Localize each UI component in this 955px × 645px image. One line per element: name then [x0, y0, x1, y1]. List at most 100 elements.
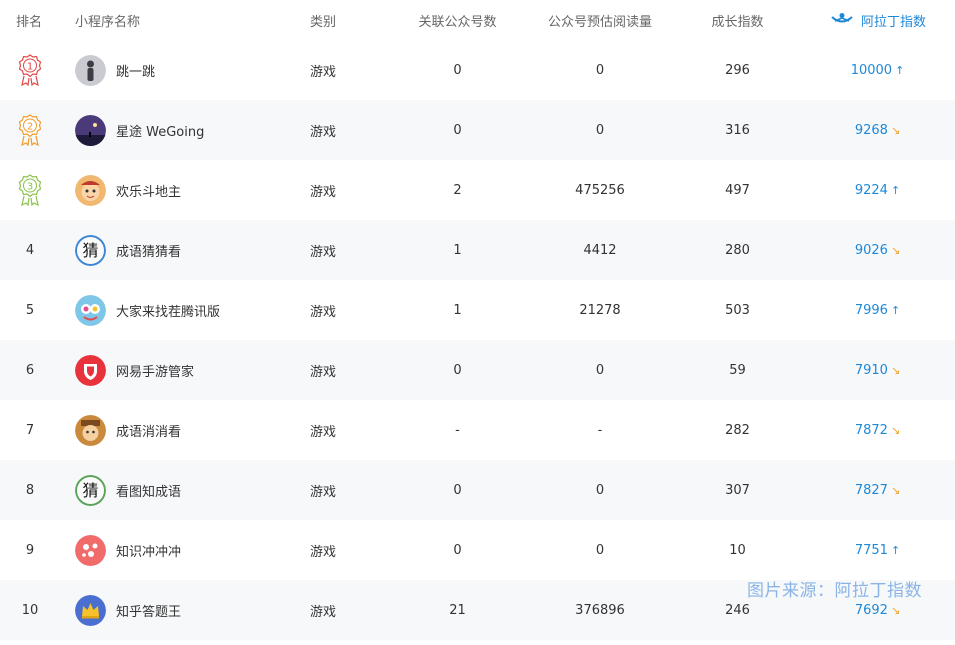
related-accounts-cell: 1 [453, 302, 462, 318]
category-cell: 游戏 [310, 364, 337, 380]
category-cell: 游戏 [310, 184, 337, 200]
app-name[interactable]: 成语猜猜看 [116, 241, 181, 260]
app-name-cell[interactable]: 网易手游管家 [60, 354, 295, 386]
app-name-cell[interactable]: 星途 WeGoing [60, 114, 295, 146]
table-row[interactable]: 4 猜成语猜猜看 游戏 1 4412 280 9026 ↘ [0, 220, 955, 280]
growth-index-cell: 246 [725, 602, 750, 618]
app-name[interactable]: 大家来找茬腾讯版 [116, 301, 220, 320]
estimated-reads-cell: 376896 [575, 602, 625, 618]
app-name-cell[interactable]: 成语消消看 [60, 414, 295, 446]
category-cell: 游戏 [310, 244, 337, 260]
rank-cell: 8 [0, 483, 60, 498]
rank-medal-icon: 2 [18, 114, 42, 146]
shield-icon[interactable] [75, 354, 106, 386]
rank-cell: 7 [0, 423, 60, 438]
table-header: 排名 小程序名称 类别 关联公众号数 公众号预估阅读量 成长指数 阿拉丁指数 [0, 0, 955, 40]
person-figure-icon[interactable] [75, 54, 106, 86]
rank-cell: 9 [0, 543, 60, 558]
estimated-reads-cell: 0 [595, 542, 605, 558]
trend-up-icon: ↑ [890, 303, 901, 317]
related-accounts-cell: 0 [453, 542, 462, 558]
rank-number: 8 [25, 482, 35, 498]
mushroom-icon[interactable] [75, 534, 106, 566]
trend-down-icon: ↘ [890, 363, 901, 377]
header-category: 类别 [310, 14, 337, 30]
header-growth: 成长指数 [711, 14, 764, 30]
growth-index-cell: 10 [729, 542, 746, 558]
category-cell: 游戏 [310, 424, 337, 440]
header-related: 关联公众号数 [418, 14, 497, 30]
category-cell: 游戏 [310, 124, 337, 140]
growth-index-cell: 282 [725, 422, 750, 438]
table-row[interactable]: 3 欢乐斗地主 游戏 2 475256 497 9224 ↑ [0, 160, 955, 220]
app-name[interactable]: 看图知成语 [116, 481, 181, 500]
app-name-cell[interactable]: 猜看图知成语 [60, 474, 295, 506]
app-name-cell[interactable]: 欢乐斗地主 [60, 174, 295, 206]
aladdin-index-cell: 9268 ↘ [800, 123, 955, 138]
app-name[interactable]: 星途 WeGoing [116, 121, 204, 140]
header-index[interactable]: 阿拉丁指数 [800, 11, 955, 30]
table-row[interactable]: 7 成语消消看 游戏 - - 282 7872 ↘ [0, 400, 955, 460]
cartoon-face-icon[interactable] [75, 174, 106, 206]
ranking-table-body: 1 跳一跳 游戏 0 0 296 10000 ↑ 2 星途 WeGoing 游戏 0 0 316 9268 ↘… [0, 40, 955, 640]
estimated-reads-cell: 21278 [579, 302, 621, 318]
aladdin-index-value: 9026 [854, 242, 888, 258]
aladdin-index-value: 7751 [854, 542, 888, 558]
app-name-cell[interactable]: 大家来找茬腾讯版 [60, 294, 295, 326]
app-name[interactable]: 跳一跳 [116, 61, 155, 80]
aladdin-index-cell: 7996 ↑ [800, 303, 955, 318]
app-name-cell[interactable]: 知识冲冲冲 [60, 534, 295, 566]
watermark: 图片来源：阿拉丁指数 [747, 581, 922, 601]
app-name[interactable]: 欢乐斗地主 [116, 181, 181, 200]
aladdin-index-cell: 10000 ↑ [800, 63, 955, 78]
aladdin-index-value: 7692 [854, 602, 888, 618]
related-accounts-cell: 0 [453, 62, 462, 78]
estimated-reads-cell: 0 [595, 362, 605, 378]
crown-logo-icon [831, 13, 853, 23]
estimated-reads-cell: 0 [595, 482, 605, 498]
table-row[interactable]: 2 星途 WeGoing 游戏 0 0 316 9268 ↘ [0, 100, 955, 160]
growth-index-cell: 59 [729, 362, 746, 378]
trend-down-icon: ↘ [890, 423, 901, 437]
colorful-game-icon[interactable] [75, 294, 106, 326]
trend-down-icon: ↘ [890, 123, 901, 137]
app-name[interactable]: 网易手游管家 [116, 361, 194, 380]
table-row[interactable]: 8 猜看图知成语 游戏 0 0 307 7827 ↘ [0, 460, 955, 520]
app-name[interactable]: 知乎答题王 [116, 601, 181, 620]
guess-char-icon[interactable]: 猜 [75, 234, 106, 266]
medal-rank-number: 1 [27, 62, 33, 73]
app-name-cell[interactable]: 知乎答题王 [60, 594, 295, 626]
aladdin-index-cell: 7872 ↘ [800, 423, 955, 438]
trend-down-icon: ↘ [890, 483, 901, 497]
table-row[interactable]: 1 跳一跳 游戏 0 0 296 10000 ↑ [0, 40, 955, 100]
growth-index-cell: 503 [725, 302, 750, 318]
aladdin-index-value: 7827 [854, 482, 888, 498]
svg-text:猜: 猜 [82, 481, 98, 500]
app-name[interactable]: 知识冲冲冲 [116, 541, 181, 560]
medal-rank-number: 2 [27, 122, 33, 133]
rank-cell: 1 [0, 54, 60, 86]
estimated-reads-cell: - [597, 422, 603, 438]
category-cell: 游戏 [310, 64, 337, 80]
header-rank: 排名 [16, 14, 43, 30]
aladdin-index-cell: 7827 ↘ [800, 483, 955, 498]
table-row[interactable]: 6 网易手游管家 游戏 0 0 59 7910 ↘ [0, 340, 955, 400]
guess-char-icon[interactable]: 猜 [75, 474, 106, 506]
crown-icon[interactable] [75, 594, 106, 626]
growth-index-cell: 280 [725, 242, 750, 258]
app-name-cell[interactable]: 猜成语猜猜看 [60, 234, 295, 266]
category-cell: 游戏 [310, 484, 337, 500]
character-face-icon[interactable] [75, 414, 106, 446]
rank-medal-icon: 3 [18, 174, 42, 206]
app-name-cell[interactable]: 跳一跳 [60, 54, 295, 86]
app-name[interactable]: 成语消消看 [116, 421, 181, 440]
table-row[interactable]: 5 大家来找茬腾讯版 游戏 1 21278 503 7996 ↑ [0, 280, 955, 340]
related-accounts-cell: 21 [449, 602, 466, 618]
table-row[interactable]: 9 知识冲冲冲 游戏 0 0 10 7751 ↑ [0, 520, 955, 580]
night-sky-icon[interactable] [75, 114, 106, 146]
category-cell: 游戏 [310, 544, 337, 560]
svg-text:猜: 猜 [82, 241, 98, 260]
rank-cell: 10 [0, 603, 60, 618]
estimated-reads-cell: 0 [595, 62, 605, 78]
aladdin-index-cell: 9224 ↑ [800, 183, 955, 198]
